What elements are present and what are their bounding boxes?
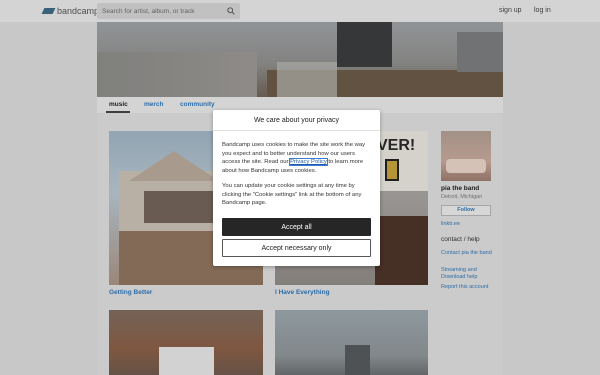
cookie-consent-dialog: We care about your privacy Bandcamp uses…: [213, 110, 380, 266]
dialog-paragraph-1: Bandcamp uses cookies to make the site w…: [222, 142, 366, 174]
accept-necessary-button[interactable]: Accept necessary only: [222, 239, 371, 257]
accept-all-button[interactable]: Accept all: [222, 218, 371, 236]
privacy-policy-link[interactable]: Privacy Policy: [289, 158, 328, 167]
dialog-title: We care about your privacy: [213, 110, 380, 131]
dialog-paragraph-2: You can update your cookie settings at a…: [222, 183, 362, 207]
